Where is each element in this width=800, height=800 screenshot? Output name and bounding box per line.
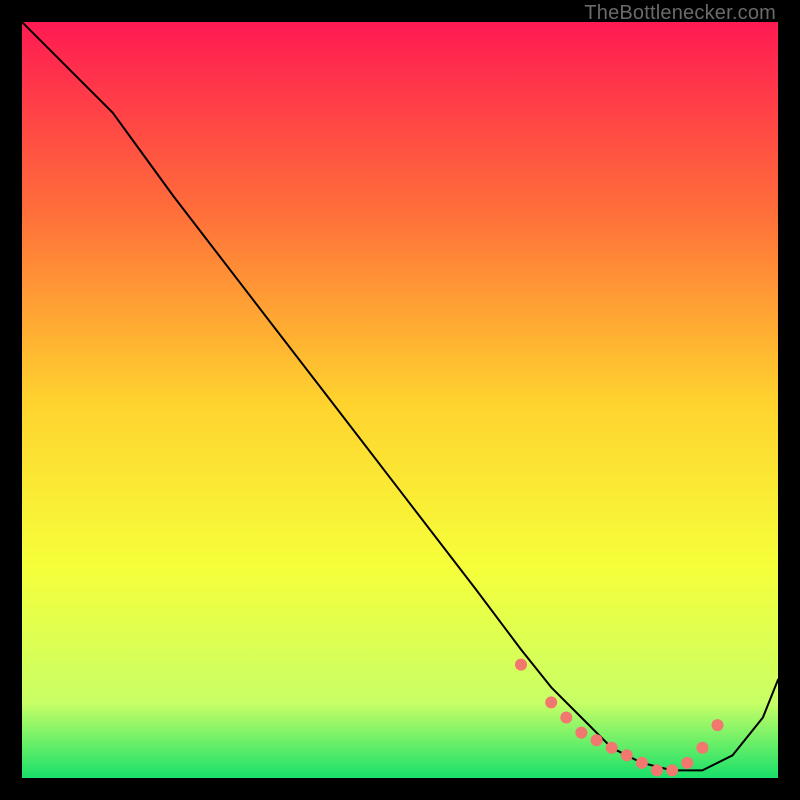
- marker-dot: [545, 696, 557, 708]
- chart-background: [22, 22, 778, 778]
- marker-dot: [591, 734, 603, 746]
- bottleneck-chart: [22, 22, 778, 778]
- marker-dot: [696, 742, 708, 754]
- marker-dot: [560, 712, 572, 724]
- marker-dot: [575, 727, 587, 739]
- chart-stage: TheBottlenecker.com: [0, 0, 800, 800]
- marker-dot: [515, 659, 527, 671]
- marker-dot: [712, 719, 724, 731]
- marker-dot: [606, 742, 618, 754]
- marker-dot: [666, 764, 678, 776]
- marker-dot: [636, 757, 648, 769]
- marker-dot: [681, 757, 693, 769]
- marker-dot: [621, 749, 633, 761]
- marker-dot: [651, 764, 663, 776]
